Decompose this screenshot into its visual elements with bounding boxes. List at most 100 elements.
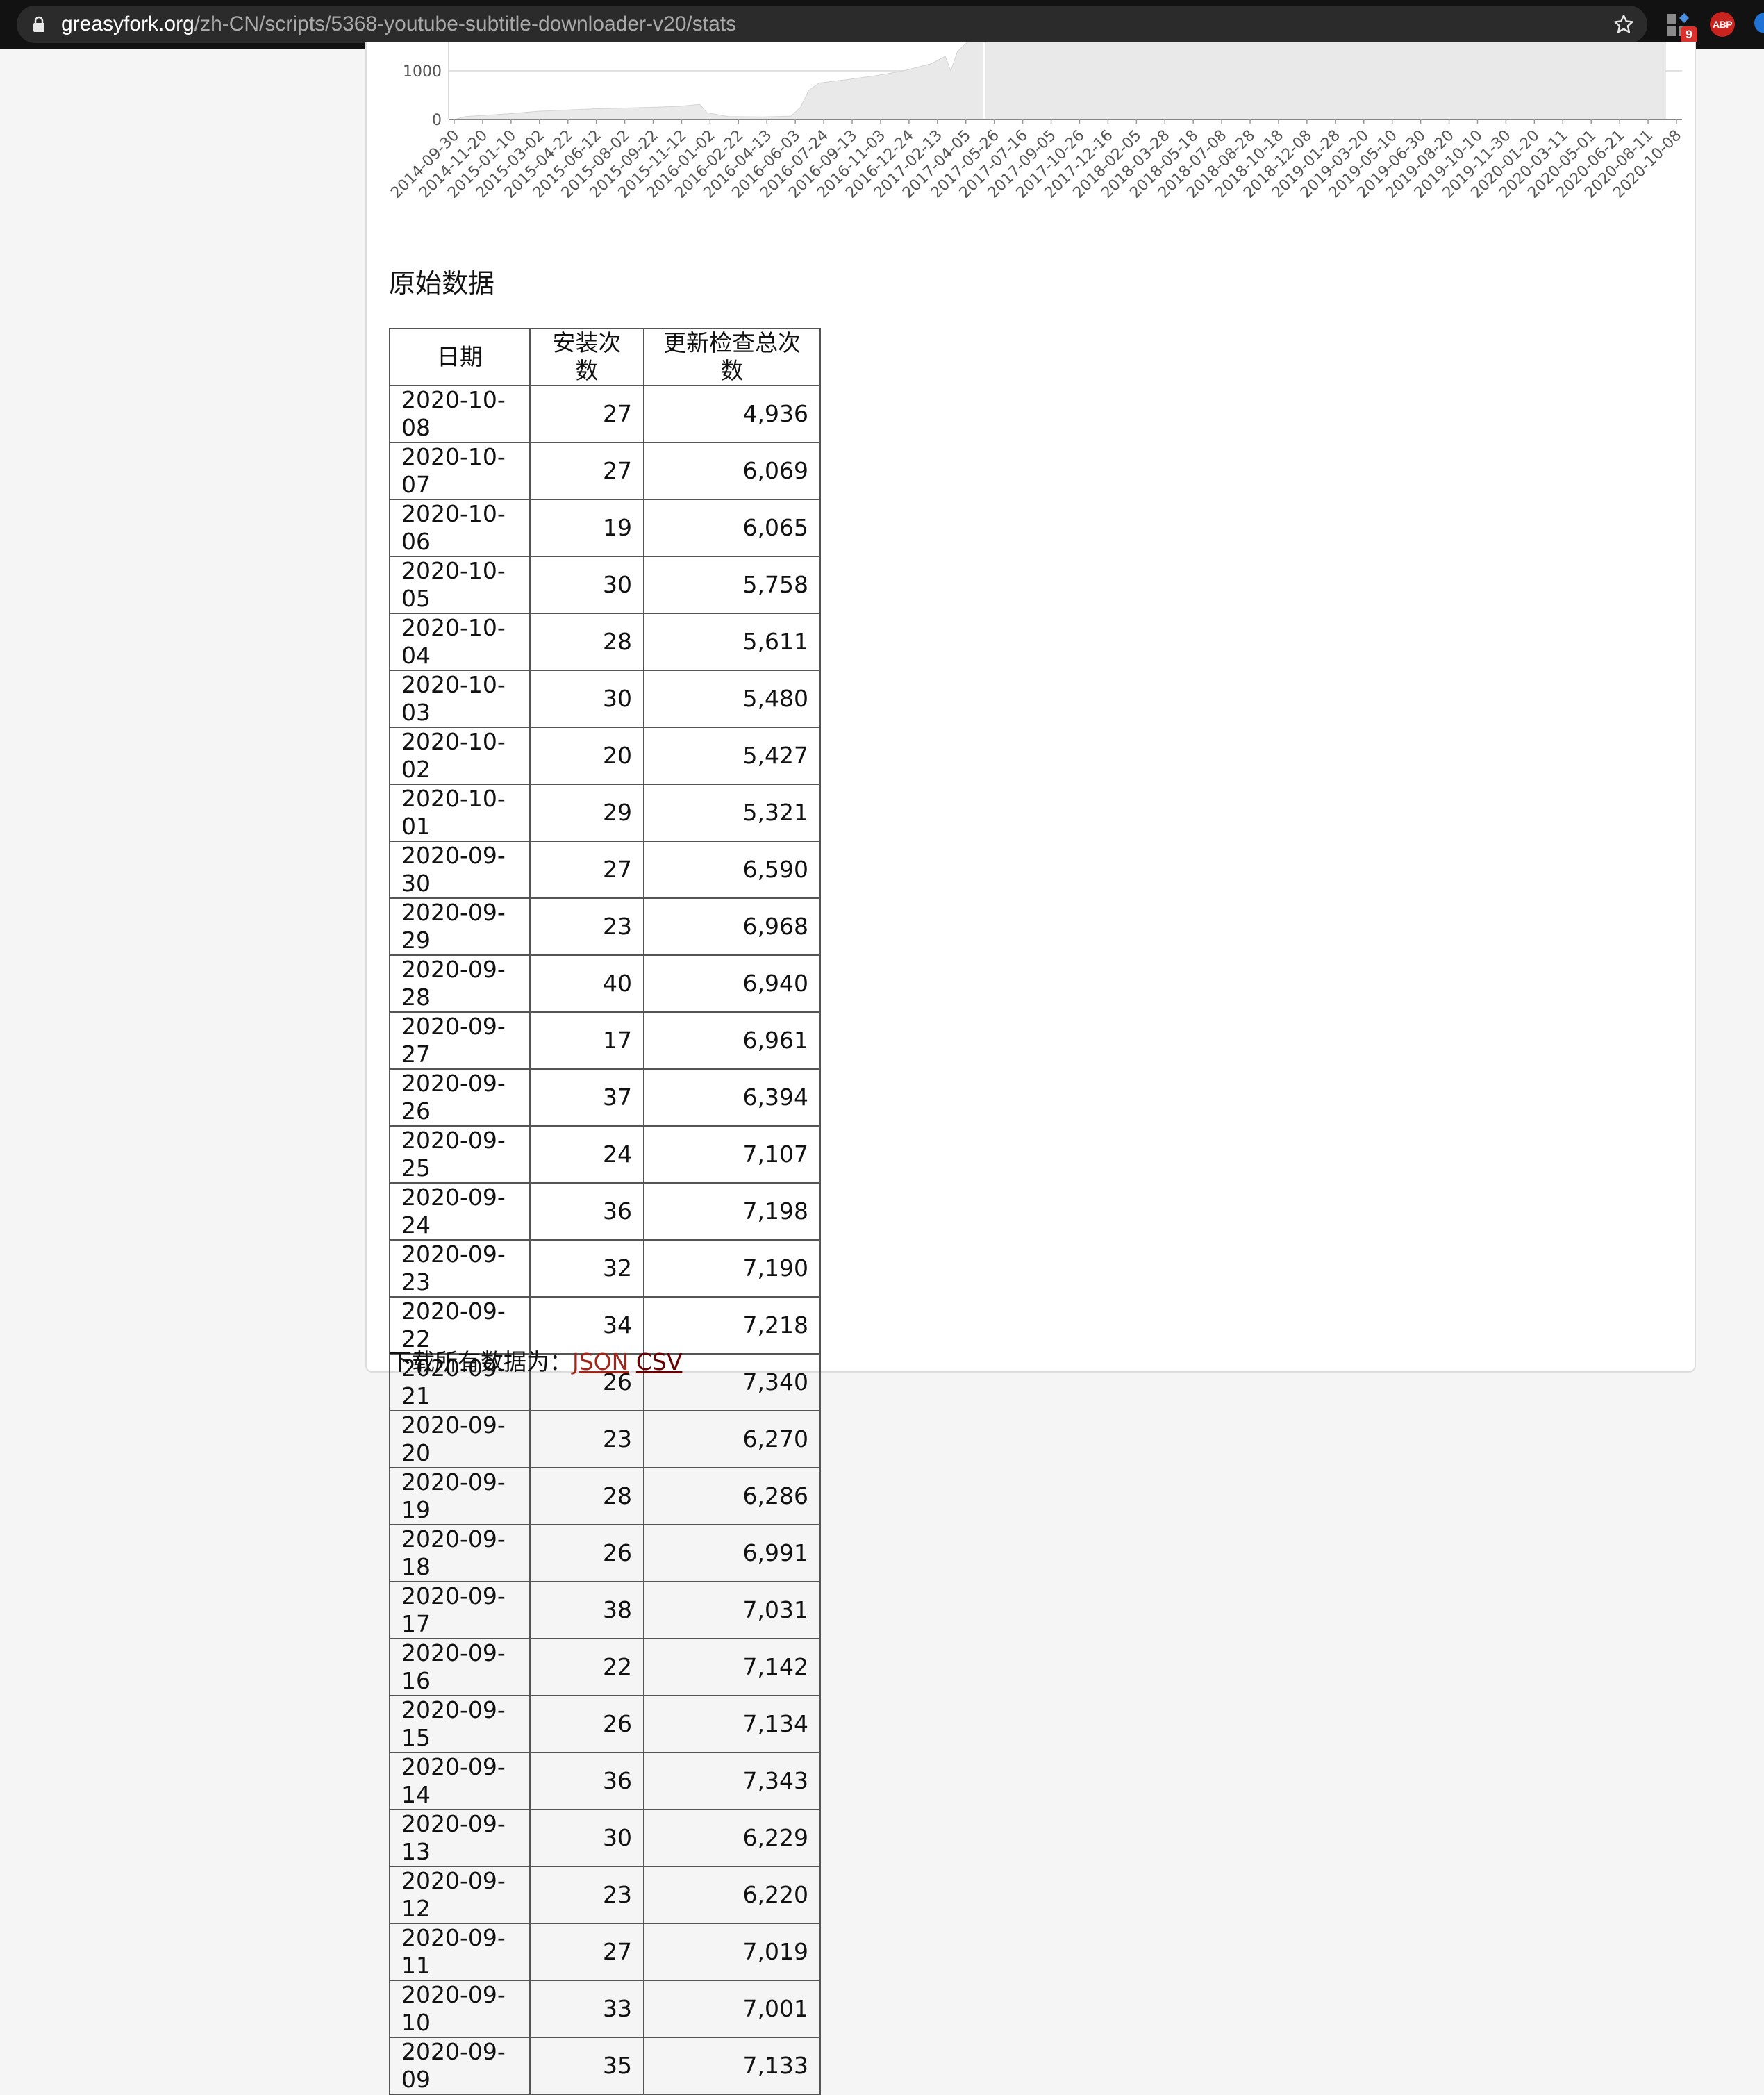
cell-installs: 37 — [529, 1068, 644, 1127]
cell-installs: 19 — [529, 499, 644, 557]
table-row: 2020-09-25 24 7,107 — [389, 1125, 821, 1184]
cell-update-checks: 5,611 — [643, 613, 821, 671]
table-row: 2020-10-04 28 5,611 — [389, 613, 821, 671]
cell-date: 2020-10-02 — [389, 727, 531, 785]
cell-date: 2020-09-18 — [389, 1524, 531, 1582]
table-row: 2020-10-06 19 6,065 — [389, 499, 821, 557]
raw-data-table: 日期 安装次数 更新检查总次数 2020-10-08 27 4,936 2020-10… — [389, 328, 821, 2095]
cell-installs: 26 — [529, 1524, 644, 1582]
cell-installs: 22 — [529, 1638, 644, 1696]
cell-installs: 24 — [529, 1125, 644, 1184]
cell-installs: 23 — [529, 897, 644, 956]
cell-date: 2020-09-14 — [389, 1752, 531, 1810]
cell-date: 2020-10-07 — [389, 442, 531, 500]
cell-update-checks: 7,218 — [643, 1296, 821, 1355]
cell-date: 2020-09-25 — [389, 1125, 531, 1184]
cell-update-checks: 7,133 — [643, 2037, 821, 2095]
lock-icon — [33, 16, 44, 32]
cell-update-checks: 6,968 — [643, 897, 821, 956]
cell-installs: 29 — [529, 784, 644, 842]
cell-installs: 30 — [529, 1809, 644, 1867]
download-json-link[interactable]: JSON — [572, 1348, 629, 1375]
address-bar[interactable]: greasyfork.org/zh-CN/scripts/5368-youtub… — [17, 6, 1647, 43]
cell-date: 2020-09-19 — [389, 1467, 531, 1525]
table-row: 2020-10-03 30 5,480 — [389, 670, 821, 728]
table-row: 2020-09-22 34 7,218 — [389, 1296, 821, 1355]
cell-date: 2020-09-17 — [389, 1581, 531, 1639]
table-row: 2020-09-28 40 6,940 — [389, 954, 821, 1013]
profile-icon[interactable] — [1754, 13, 1764, 33]
cell-update-checks: 7,001 — [643, 1980, 821, 2038]
cell-date: 2020-10-08 — [389, 385, 531, 443]
cell-date: 2020-09-27 — [389, 1011, 531, 1070]
table-row: 2020-10-01 29 5,321 — [389, 784, 821, 842]
cell-date: 2020-09-12 — [389, 1866, 531, 1924]
table-row: 2020-10-05 30 5,758 — [389, 556, 821, 614]
cell-date: 2020-10-04 — [389, 613, 531, 671]
cell-update-checks: 6,220 — [643, 1866, 821, 1924]
download-prefix: 下载所有数据为： — [389, 1348, 572, 1375]
cell-installs: 35 — [529, 2037, 644, 2095]
table-row: 2020-09-30 27 6,590 — [389, 841, 821, 899]
cell-date: 2020-09-24 — [389, 1182, 531, 1241]
table-row: 2020-09-11 27 7,019 — [389, 1923, 821, 1981]
cell-update-checks: 6,961 — [643, 1011, 821, 1070]
cell-update-checks: 7,134 — [643, 1695, 821, 1753]
cell-date: 2020-09-10 — [389, 1980, 531, 2038]
cell-date: 2020-09-26 — [389, 1068, 531, 1127]
cell-installs: 38 — [529, 1581, 644, 1639]
cell-installs: 27 — [529, 841, 644, 899]
cell-installs: 33 — [529, 1980, 644, 2038]
table-row: 2020-09-18 26 6,991 — [389, 1524, 821, 1582]
download-csv-link[interactable]: CSV — [636, 1348, 683, 1375]
cell-installs: 17 — [529, 1011, 644, 1070]
cell-installs: 32 — [529, 1239, 644, 1298]
cell-installs: 27 — [529, 1923, 644, 1981]
adblock-plus-icon[interactable]: ABP — [1710, 12, 1735, 37]
cell-date: 2020-09-30 — [389, 841, 531, 899]
cell-update-checks: 5,427 — [643, 727, 821, 785]
table-header-row: 日期 安装次数 更新检查总次数 — [389, 328, 821, 386]
url-host: greasyfork.org — [61, 13, 194, 35]
table-row: 2020-09-24 36 7,198 — [389, 1182, 821, 1241]
cell-date: 2020-09-20 — [389, 1410, 531, 1468]
table-row: 2020-10-02 20 5,427 — [389, 727, 821, 785]
table-row: 2020-10-08 27 4,936 — [389, 385, 821, 443]
cell-update-checks: 7,031 — [643, 1581, 821, 1639]
stats-panel: 0 1000 2014-09-30 2014-11-20 2015-01-10 2015-… — [365, 42, 1696, 2095]
cell-update-checks: 6,394 — [643, 1068, 821, 1127]
table-row: 2020-10-07 27 6,069 — [389, 442, 821, 500]
cell-date: 2020-09-29 — [389, 897, 531, 956]
table-row: 2020-09-10 33 7,001 — [389, 1980, 821, 2038]
cell-date: 2020-10-05 — [389, 556, 531, 614]
cell-update-checks: 6,286 — [643, 1467, 821, 1525]
cell-installs: 28 — [529, 613, 644, 671]
extension-badge: 9 — [1681, 26, 1697, 43]
cell-installs: 27 — [529, 385, 644, 443]
header-update-checks: 更新检查总次数 — [643, 328, 821, 386]
table-row: 2020-09-23 32 7,190 — [389, 1239, 821, 1298]
cell-update-checks: 4,936 — [643, 385, 821, 443]
cell-date: 2020-09-28 — [389, 954, 531, 1013]
cell-update-checks: 5,480 — [643, 670, 821, 728]
cell-installs: 30 — [529, 556, 644, 614]
url-path: /zh-CN/scripts/5368-youtube-subtitle-dow… — [194, 13, 737, 35]
cell-update-checks: 7,190 — [643, 1239, 821, 1298]
cell-installs: 28 — [529, 1467, 644, 1525]
cell-update-checks: 5,321 — [643, 784, 821, 842]
bookmark-star-icon[interactable] — [1613, 13, 1635, 35]
table-row: 2020-09-15 26 7,134 — [389, 1695, 821, 1753]
cell-update-checks: 6,270 — [643, 1410, 821, 1468]
table-row: 2020-09-19 28 6,286 — [389, 1467, 821, 1525]
url-text[interactable]: greasyfork.org/zh-CN/scripts/5368-youtub… — [61, 13, 736, 36]
cell-update-checks: 5,758 — [643, 556, 821, 614]
cell-installs: 36 — [529, 1752, 644, 1810]
cell-date: 2020-10-03 — [389, 670, 531, 728]
cell-date: 2020-09-15 — [389, 1695, 531, 1753]
cell-date: 2020-10-01 — [389, 784, 531, 842]
table-row: 2020-09-09 35 7,133 — [389, 2037, 821, 2095]
table-row: 2020-09-17 38 7,031 — [389, 1581, 821, 1639]
cell-installs: 20 — [529, 727, 644, 785]
cell-update-checks: 6,991 — [643, 1524, 821, 1582]
table-row: 2020-09-27 17 6,961 — [389, 1011, 821, 1070]
